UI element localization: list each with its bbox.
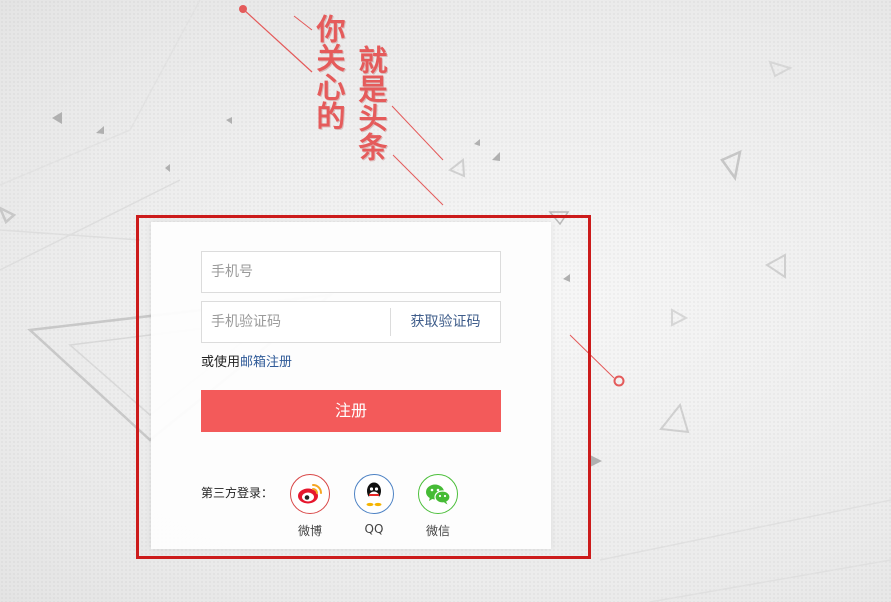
register-button[interactable]: 注册	[201, 390, 501, 432]
wechat-label: 微信	[425, 524, 450, 538]
weibo-label: 微博	[297, 524, 322, 538]
slogan-line-2: 就是头条	[354, 45, 388, 161]
code-field: 获取验证码	[201, 301, 501, 343]
third-party-label: 第三方登录：	[201, 486, 274, 500]
email-register-link[interactable]: 邮箱注册	[240, 355, 292, 370]
wechat-icon[interactable]	[418, 474, 458, 514]
qq-icon[interactable]	[354, 474, 394, 514]
alt-register: 或使用邮箱注册	[201, 351, 292, 370]
qq-login-button[interactable]: QQ	[354, 474, 394, 536]
phone-input[interactable]	[202, 252, 500, 292]
register-card: 获取验证码 或使用邮箱注册 注册 第三方登录： 微博	[151, 222, 551, 549]
get-code-button[interactable]: 获取验证码	[390, 308, 500, 336]
qq-label: QQ	[364, 522, 384, 536]
alt-register-prefix: 或使用	[201, 355, 241, 370]
slogan-line-1: 你关心的	[312, 14, 346, 130]
weibo-login-button[interactable]: 微博	[290, 474, 330, 539]
weibo-icon[interactable]	[290, 474, 330, 514]
wechat-login-button[interactable]: 微信	[418, 474, 458, 539]
verification-code-input[interactable]	[202, 302, 388, 342]
phone-field	[201, 251, 501, 293]
